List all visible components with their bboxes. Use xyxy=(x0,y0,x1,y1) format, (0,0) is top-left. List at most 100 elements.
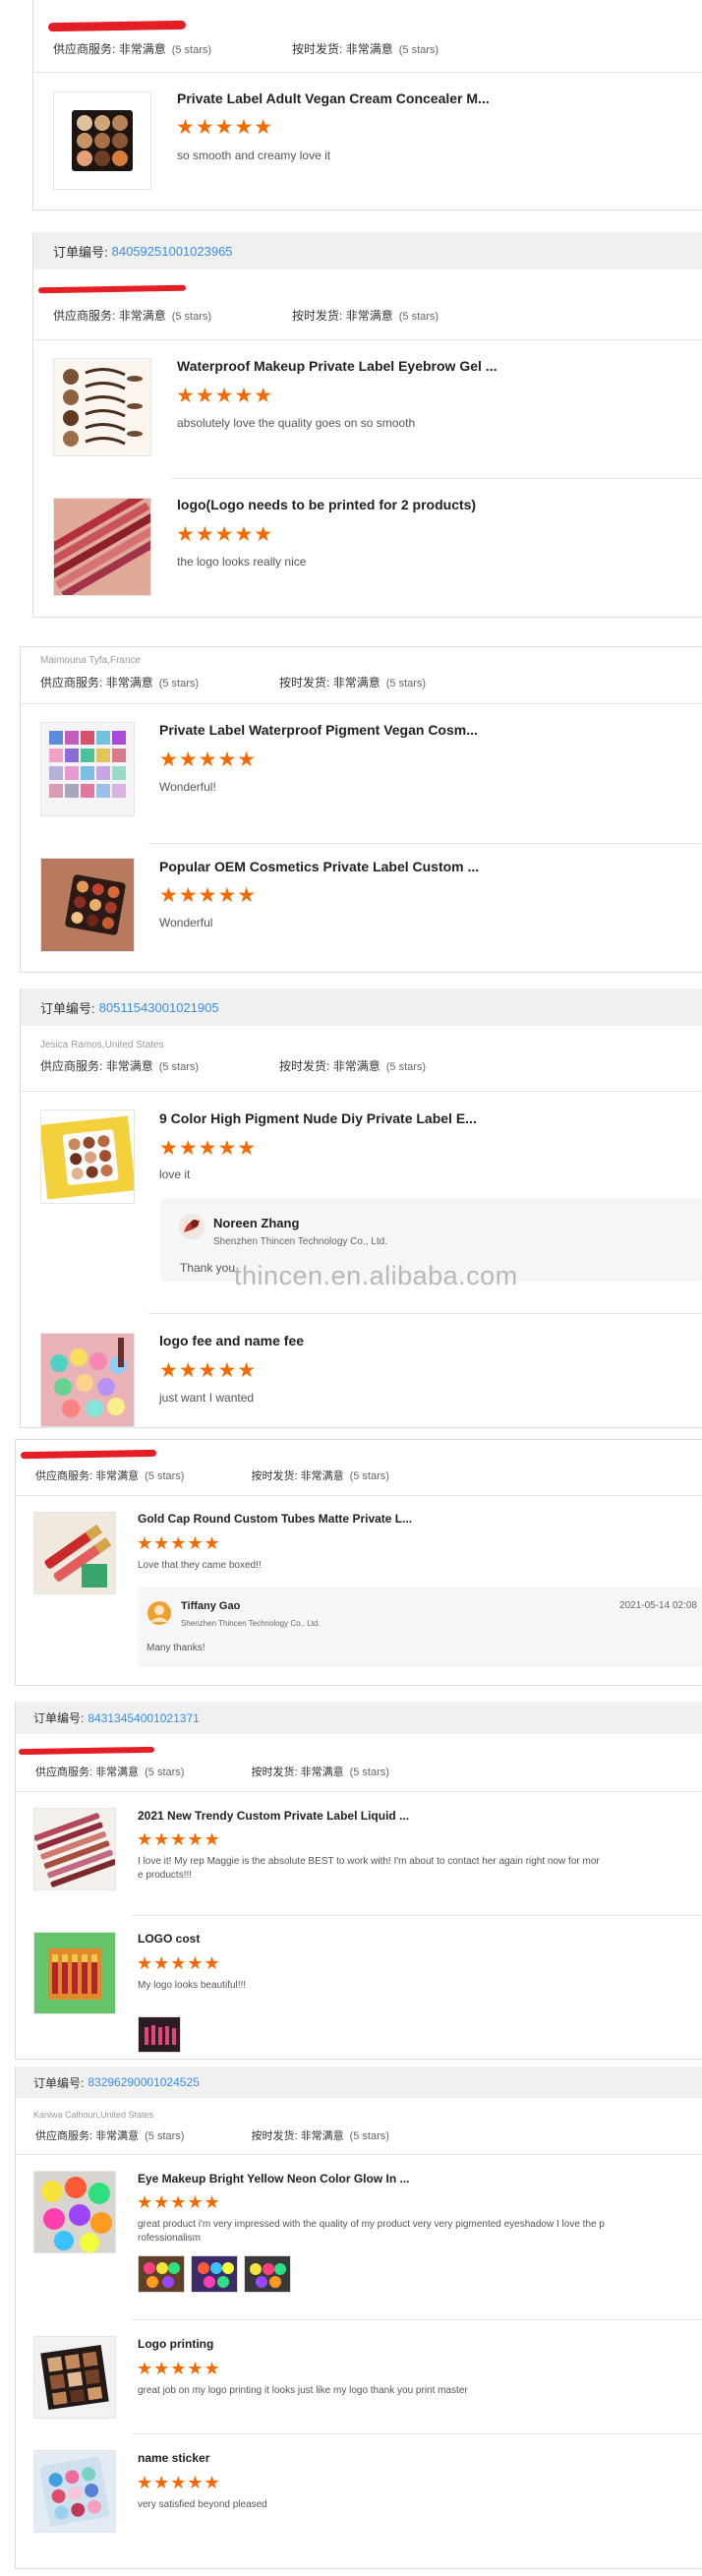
supplier-service-value: 非常满意 xyxy=(105,676,153,689)
review-block-5: 供应商服务: 非常满意 (5 stars) 按时发货: 非常满意 (5 stars) … xyxy=(15,1439,702,1686)
supplier-service-value: 非常满意 xyxy=(118,42,166,56)
product-title[interactable]: Waterproof Makeup Private Label Eyebrow … xyxy=(177,358,497,374)
reply-company: Shenzhen Thincen Technology Co., Ltd. xyxy=(213,1236,387,1247)
rating-summary: 供应商服务: 非常满意 (5 stars) 按时发货: 非常满意 (5 stars) xyxy=(40,1057,426,1074)
logo-palette-image xyxy=(34,2337,115,2418)
product-title[interactable]: Eye Makeup Bright Yellow Neon Color Glow… xyxy=(138,2172,410,2186)
order-number-link[interactable]: 84059251001023965 xyxy=(112,244,233,259)
product-thumbnail[interactable] xyxy=(53,358,151,456)
star-rating: ★★★★★ xyxy=(159,1137,258,1160)
supplier-service-label: 供应商服务: xyxy=(53,309,116,323)
order-number-label: 订单编号: xyxy=(53,244,108,260)
ontime-delivery-label: 按时发货: xyxy=(279,676,330,689)
glitter-pots-image xyxy=(41,1334,134,1426)
supplier-reply: Tiffany Gao Shenzhen Thincen Technology … xyxy=(138,1587,702,1667)
product-thumbnail[interactable] xyxy=(53,498,151,596)
supplier-service-value: 非常满意 xyxy=(95,1767,140,1778)
product-title[interactable]: Gold Cap Round Custom Tubes Matte Privat… xyxy=(138,1512,412,1526)
lip-tubes-image xyxy=(34,1513,115,1593)
product-thumbnail[interactable] xyxy=(33,1512,116,1594)
order-number-label: 订单编号: xyxy=(33,1711,85,1725)
divider xyxy=(171,478,702,479)
supplier-avatar xyxy=(147,1601,171,1625)
star-rating: ★★★★★ xyxy=(137,2473,221,2492)
pigment-palettes-image xyxy=(49,731,126,798)
review-comment: Love that they came boxed!! xyxy=(138,1560,262,1571)
product-title[interactable]: Private Label Adult Vegan Cream Conceale… xyxy=(177,90,490,106)
ontime-delivery-label: 按时发货: xyxy=(292,309,343,323)
review-comment-line-2: rofessionalism xyxy=(138,2233,201,2244)
review-photo[interactable] xyxy=(138,2016,181,2053)
product-thumbnail[interactable] xyxy=(53,91,151,190)
product-thumbnail[interactable] xyxy=(33,1808,116,1890)
review-photo[interactable] xyxy=(244,2255,291,2293)
product-thumbnail[interactable] xyxy=(40,722,135,816)
ontime-delivery-stars: (5 stars) xyxy=(349,1767,389,1778)
divider xyxy=(21,703,702,704)
supplier-service-label: 供应商服务: xyxy=(53,42,116,56)
neon-photo-2-image xyxy=(192,2256,237,2292)
ontime-delivery-label: 按时发货: xyxy=(251,2130,298,2142)
order-number-link[interactable]: 80511543001021905 xyxy=(99,1000,219,1015)
divider xyxy=(16,1495,702,1496)
product-title[interactable]: 9 Color High Pigment Nude Diy Private La… xyxy=(159,1110,477,1126)
product-thumbnail[interactable] xyxy=(33,1932,116,2014)
review-comment: so smooth and creamy love it xyxy=(177,149,331,162)
star-rating: ★★★★★ xyxy=(137,1533,221,1553)
logo-lipsticks-box-image xyxy=(34,1933,115,2013)
product-title[interactable]: Private Label Waterproof Pigment Vegan C… xyxy=(159,722,478,738)
concealer-palette-image xyxy=(72,110,133,171)
review-photo[interactable] xyxy=(191,2255,238,2293)
product-title[interactable]: Popular OEM Cosmetics Private Label Cust… xyxy=(159,859,479,874)
ontime-delivery-stars: (5 stars) xyxy=(385,678,427,689)
ontime-delivery-value: 非常满意 xyxy=(332,676,380,689)
product-title[interactable]: logo fee and name fee xyxy=(159,1333,304,1348)
order-number-link[interactable]: 83296290001024525 xyxy=(88,2075,199,2089)
reply-author: Noreen Zhang xyxy=(213,1216,300,1230)
neon-pigments-image xyxy=(34,2172,115,2252)
product-thumbnail[interactable] xyxy=(40,1333,135,1427)
supplier-service-stars: (5 stars) xyxy=(158,1061,200,1073)
product-thumbnail[interactable] xyxy=(33,2336,116,2419)
neon-photo-1-image xyxy=(139,2256,184,2292)
ontime-delivery-stars: (5 stars) xyxy=(398,44,439,56)
product-thumbnail[interactable] xyxy=(40,858,135,952)
product-thumbnail[interactable] xyxy=(33,2450,116,2533)
supplier-service-stars: (5 stars) xyxy=(158,678,200,689)
product-title[interactable]: 2021 New Trendy Custom Private Label Liq… xyxy=(138,1809,409,1823)
redacted-name-mark xyxy=(18,1746,155,1756)
product-title[interactable]: LOGO cost xyxy=(138,1932,200,1946)
divider xyxy=(148,1313,702,1314)
star-rating: ★★★★★ xyxy=(137,2359,221,2378)
ontime-delivery-stars: (5 stars) xyxy=(349,1470,389,1482)
eyeshadow-palette-image xyxy=(41,859,134,951)
divider xyxy=(21,1091,702,1092)
star-rating: ★★★★★ xyxy=(159,749,258,771)
ontime-delivery-value: 非常满意 xyxy=(332,1059,380,1073)
star-rating: ★★★★★ xyxy=(176,385,274,407)
product-thumbnail[interactable] xyxy=(33,2171,116,2253)
ontime-delivery-label: 按时发货: xyxy=(251,1470,298,1482)
review-comment: absolutely love the quality goes on so s… xyxy=(177,416,416,430)
nude-palette-image xyxy=(41,1115,134,1200)
product-title[interactable]: logo(Logo needs to be printed for 2 prod… xyxy=(177,497,476,512)
review-photo[interactable] xyxy=(138,2255,185,2293)
product-title[interactable]: Logo printing xyxy=(138,2337,213,2351)
order-number-label: 订单编号: xyxy=(33,2075,85,2090)
star-rating: ★★★★★ xyxy=(159,1359,258,1382)
ontime-delivery-label: 按时发货: xyxy=(292,42,343,56)
review-block-4: 订单编号: 80511543001021905 Jesica Ramos,Unit… xyxy=(20,988,702,1428)
order-number-link[interactable]: 84313454001021371 xyxy=(88,1711,199,1725)
star-rating: ★★★★★ xyxy=(176,523,274,546)
supplier-service-stars: (5 stars) xyxy=(145,2130,185,2142)
review-comment: the logo looks really nice xyxy=(177,555,307,569)
review-comment: My logo looks beautiful!!! xyxy=(138,1980,247,1991)
review-comment-line-1: I love it! My rep Maggie is the absolute… xyxy=(138,1856,600,1867)
redacted-name-mark xyxy=(20,1449,157,1460)
redacted-name-mark xyxy=(37,284,187,294)
product-title[interactable]: name sticker xyxy=(138,2451,209,2465)
review-comment: just want I wanted xyxy=(159,1391,255,1405)
reply-text: Thank you xyxy=(180,1261,236,1275)
product-thumbnail[interactable] xyxy=(40,1109,135,1204)
reply-text: Many thanks! xyxy=(146,1643,205,1653)
